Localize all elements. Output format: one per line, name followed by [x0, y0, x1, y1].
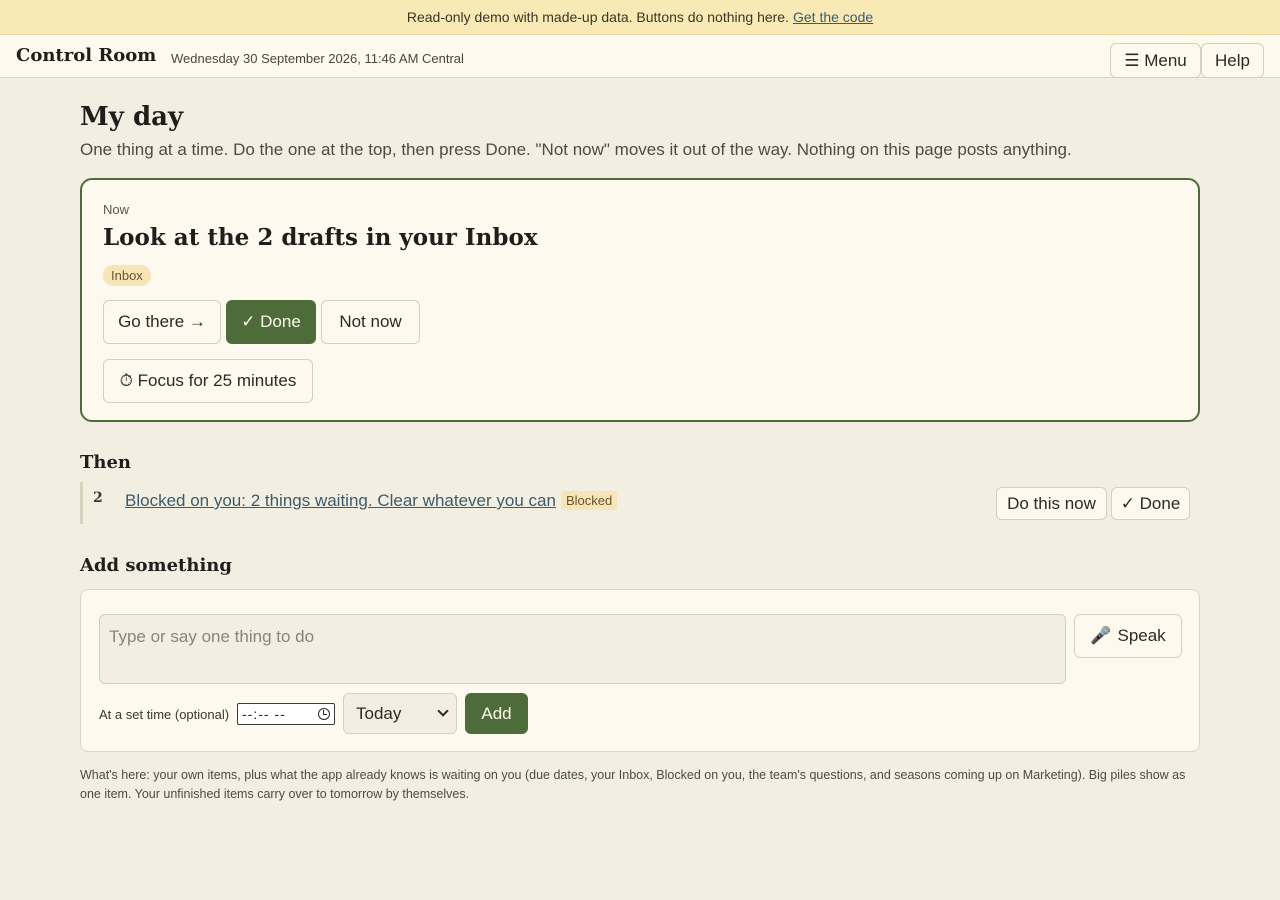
clock-icon[interactable]	[318, 708, 330, 720]
get-code-link[interactable]: Get the code	[793, 9, 873, 25]
then-heading: Then	[80, 452, 132, 473]
day-selected-value: Today	[356, 703, 402, 723]
footnote: What's here: your own items, plus what t…	[80, 768, 1186, 801]
menu-button[interactable]: ☰ Menu	[1110, 43, 1201, 78]
page-intro: One thing at a time. Do the one at the t…	[80, 140, 1072, 159]
top-bar: Control Room Wednesday 30 September 2026…	[0, 35, 1280, 78]
banner-text: Read-only demo with made-up data. Button…	[406, 9, 789, 25]
speak-button[interactable]: 🎤 Speak	[1074, 614, 1182, 658]
set-time-label: At a set time (optional)	[99, 707, 230, 722]
not-now-button[interactable]: Not now	[321, 300, 420, 344]
do-this-now-button[interactable]: Do this now	[996, 487, 1107, 520]
add-heading: Add something	[80, 555, 232, 576]
demo-banner: Read-only demo with made-up data. Button…	[0, 0, 1280, 35]
item-tag: Blocked	[561, 491, 618, 510]
list-item: 2 Blocked on you: 2 things waiting. Clea…	[80, 482, 1200, 524]
now-label: Now	[103, 202, 130, 217]
now-card: Now Look at the 2 drafts in your Inbox I…	[80, 178, 1200, 422]
current-datetime: Wednesday 30 September 2026, 11:46 AM Ce…	[171, 51, 464, 66]
speak-label: Speak	[1117, 626, 1166, 645]
chevron-down-icon	[437, 705, 449, 717]
add-button[interactable]: Add	[465, 693, 528, 734]
page-title: My day	[80, 102, 184, 132]
add-form: 🎤 Speak At a set time (optional) --:-- -…	[80, 589, 1200, 752]
item-number: 2	[93, 490, 103, 506]
now-task-tag: Inbox	[103, 265, 151, 286]
time-value: --:-- --	[242, 706, 286, 722]
item-done-button[interactable]: ✓ Done	[1111, 487, 1190, 520]
go-there-button[interactable]: Go there →	[103, 300, 221, 344]
app-brand[interactable]: Control Room	[16, 45, 156, 66]
now-task-title: Look at the 2 drafts in your Inbox	[103, 224, 538, 251]
new-item-input[interactable]	[99, 614, 1066, 684]
day-select[interactable]: Today	[343, 693, 457, 734]
focus-timer-button[interactable]: ⏱ Focus for 25 minutes	[103, 359, 313, 403]
microphone-icon: 🎤	[1090, 626, 1112, 645]
help-button[interactable]: Help	[1201, 43, 1264, 78]
done-button[interactable]: ✓ Done	[226, 300, 316, 344]
item-link[interactable]: Blocked on you: 2 things waiting. Clear …	[125, 491, 556, 511]
time-input[interactable]: --:-- --	[237, 703, 335, 725]
